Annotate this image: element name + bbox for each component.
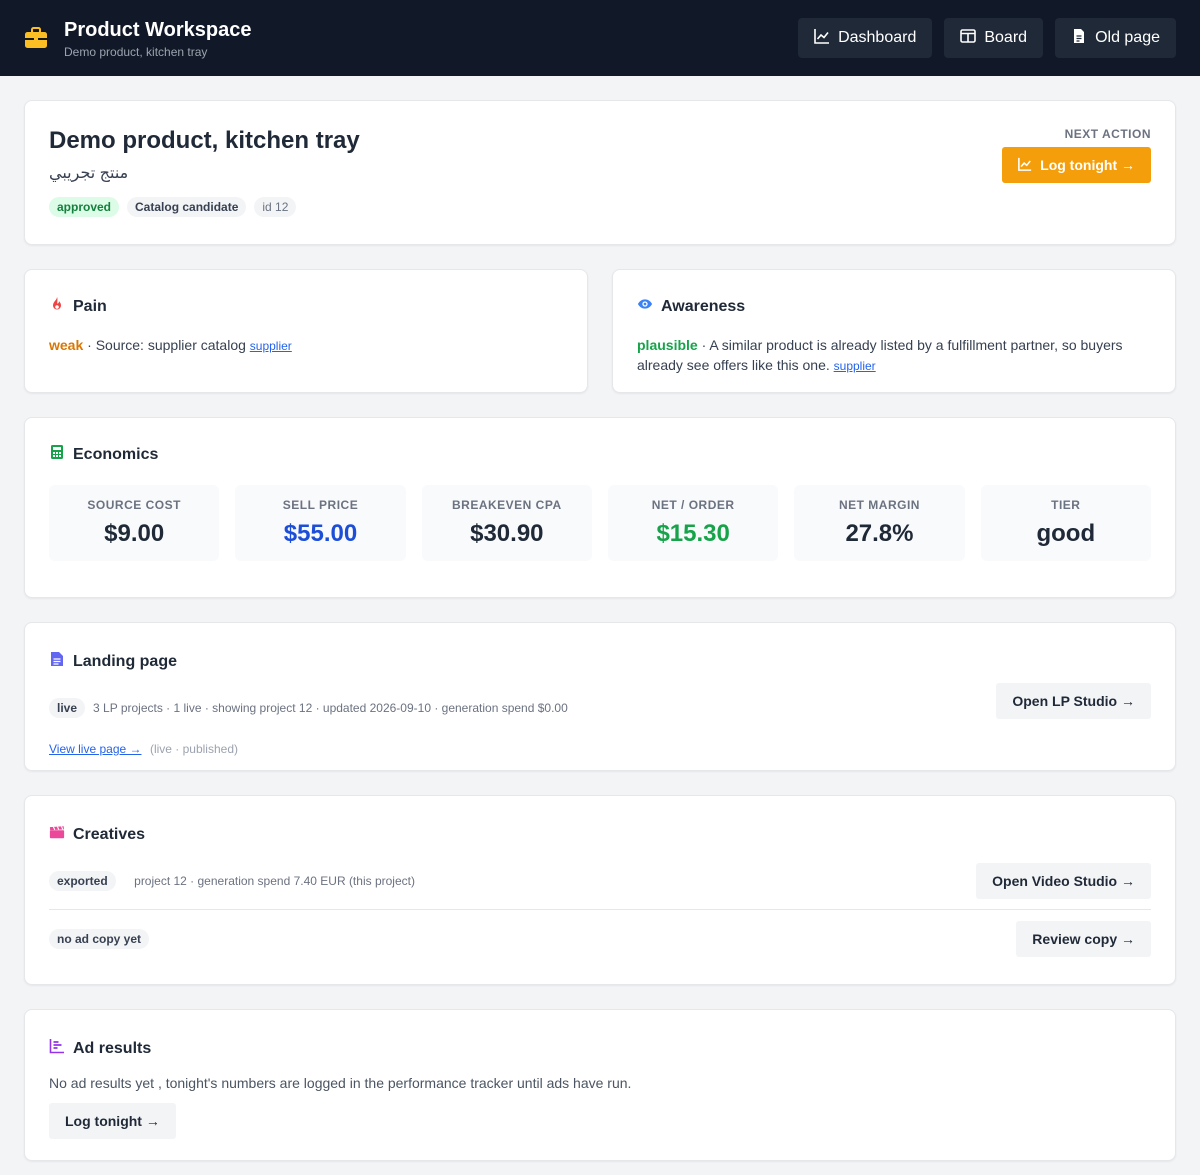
- landing-link-line: View live page → (live · published): [49, 740, 1151, 758]
- metric-label: BREAKEVEN CPA: [452, 498, 562, 512]
- dashboard-label: Dashboard: [838, 29, 917, 46]
- metric-net-margin: NET MARGIN 27.8%: [794, 485, 965, 561]
- open-lp-studio-button[interactable]: Open LP Studio →: [996, 683, 1151, 719]
- columns-icon: [960, 28, 977, 49]
- ad-results-title-text: Ad results: [73, 1039, 152, 1057]
- metric-value: $15.30: [656, 520, 730, 547]
- metric-label: SELL PRICE: [282, 498, 359, 512]
- awareness-title: Awareness: [637, 296, 1151, 317]
- file-icon: [1071, 28, 1087, 49]
- ad-results-log-tonight-button[interactable]: Log tonight →: [49, 1103, 176, 1139]
- pain-title: Pain: [49, 296, 563, 317]
- pain-description: · Source: supplier catalog: [83, 337, 250, 353]
- board-button[interactable]: Board: [944, 18, 1044, 58]
- metric-source-cost: SOURCE COST $9.00: [49, 485, 220, 561]
- metric-value: good: [1036, 520, 1096, 547]
- view-live-page-link[interactable]: View live page →: [49, 742, 142, 756]
- awareness-card: Awareness plausible · A similar product …: [612, 269, 1176, 393]
- chart-line-icon: [1018, 157, 1032, 174]
- creatives-status-badge: exported: [49, 871, 116, 891]
- log-tonight-label: Log tonight →: [1040, 157, 1135, 173]
- signals-row: Pain weak · Source: supplier catalog sup…: [24, 269, 1176, 393]
- economics-title: Economics: [49, 444, 1151, 465]
- ad-results-text: No ad results yet , tonight's numbers ar…: [49, 1075, 632, 1091]
- metric-label: NET / ORDER: [651, 498, 735, 512]
- top-nav: Dashboard Board Old page: [798, 18, 1176, 58]
- pain-card: Pain weak · Source: supplier catalog sup…: [24, 269, 588, 393]
- creatives-title: Creatives: [49, 824, 1151, 845]
- metric-value: 27.8%: [845, 520, 914, 547]
- next-action-label: NEXT ACTION: [1064, 127, 1151, 141]
- metric-tier: TIER good: [980, 485, 1151, 561]
- landing-title-text: Landing page: [73, 652, 177, 670]
- metric-label: TIER: [1051, 498, 1081, 512]
- metric-sell-price: SELL PRICE $55.00: [235, 485, 406, 561]
- next-action: NEXT ACTION Log tonight →: [1002, 127, 1151, 183]
- old-page-label: Old page: [1095, 29, 1160, 46]
- dashboard-button[interactable]: Dashboard: [798, 18, 933, 58]
- pain-title-text: Pain: [73, 297, 107, 315]
- awareness-level: plausible: [637, 337, 698, 353]
- app-subtitle: Demo product, kitchen tray: [64, 44, 208, 59]
- pain-level: weak: [49, 337, 84, 353]
- pain-supplier-link[interactable]: supplier: [250, 339, 292, 353]
- ad-copy-status-badge: no ad copy yet: [49, 928, 150, 949]
- landing-page-card: Landing page live 3 LP projects · 1 live…: [24, 622, 1176, 771]
- app-title: Product Workspace: [64, 18, 252, 41]
- economics-metrics: SOURCE COST $9.00 SELL PRICE $55.00 BREA…: [49, 485, 1151, 561]
- ad-results-title: Ad results: [49, 1038, 1151, 1059]
- landing-status-badge: live: [49, 698, 86, 718]
- landing-link-meta: (live · published): [149, 742, 238, 756]
- product-title-arabic: منتج تجريبي: [49, 165, 129, 182]
- metric-net-order: NET / ORDER $15.30: [607, 485, 779, 561]
- calculator-icon: [49, 444, 65, 465]
- metric-label: SOURCE COST: [87, 498, 181, 512]
- awareness-description: · A similar product is already listed by…: [637, 337, 1123, 373]
- landing-title: Landing page: [49, 651, 1151, 672]
- review-copy-button[interactable]: Review copy →: [1016, 920, 1151, 957]
- creatives-video-info: exported project 12 · generation spend 7…: [49, 871, 415, 891]
- main-content: Demo product, kitchen tray منتج تجريبي a…: [0, 76, 1200, 1161]
- creatives-card: Creatives exported project 12 · generati…: [24, 795, 1176, 985]
- product-badges: approved Catalog candidate id 12: [49, 197, 1151, 217]
- fire-icon: [49, 296, 65, 317]
- briefcase-icon: [24, 26, 48, 50]
- type-badge: Catalog candidate: [127, 197, 247, 217]
- economics-title-text: Economics: [73, 445, 159, 463]
- metric-label: NET MARGIN: [838, 498, 920, 512]
- board-label: Board: [984, 29, 1028, 46]
- awareness-supplier-link[interactable]: supplier: [834, 359, 876, 373]
- metric-value: $30.90: [470, 520, 544, 547]
- product-title: Demo product, kitchen tray: [49, 127, 360, 154]
- open-video-studio-button[interactable]: Open Video Studio →: [976, 863, 1151, 899]
- ad-results-card: Ad results No ad results yet , tonight's…: [24, 1009, 1176, 1161]
- creatives-title-text: Creatives: [73, 825, 146, 843]
- id-badge: id 12: [254, 197, 297, 217]
- top-bar: Product Workspace Demo product, kitchen …: [0, 0, 1200, 76]
- metric-value: $55.00: [283, 520, 358, 547]
- metric-value: $9.00: [104, 520, 165, 547]
- creatives-video-row: exported project 12 · generation spend 7…: [49, 859, 1151, 903]
- landing-meta: 3 LP projects · 1 live · showing project…: [93, 701, 568, 715]
- chart-line-icon: [814, 28, 830, 49]
- metric-breakeven-cpa: BREAKEVEN CPA $30.90: [421, 485, 592, 561]
- status-badge: approved: [49, 197, 120, 217]
- log-tonight-button[interactable]: Log tonight →: [1002, 147, 1151, 183]
- landing-status-line: live 3 LP projects · 1 live · showing pr…: [49, 698, 1151, 718]
- awareness-title-text: Awareness: [661, 297, 746, 315]
- creatives-meta: project 12 · generation spend 7.40 EUR (…: [134, 874, 415, 888]
- awareness-text: plausible · A similar product is already…: [637, 335, 1151, 376]
- bar-chart-icon: [49, 1038, 65, 1059]
- document-icon: [49, 651, 65, 672]
- clapperboard-icon: [49, 824, 65, 845]
- pain-text: weak · Source: supplier catalog supplier: [49, 335, 563, 356]
- economics-card: Economics SOURCE COST $9.00 SELL PRICE $…: [24, 417, 1176, 598]
- old-page-button[interactable]: Old page: [1055, 18, 1176, 58]
- brand: Product Workspace Demo product, kitchen …: [24, 18, 251, 59]
- creatives-copy-row: no ad copy yet Review copy →: [49, 909, 1151, 959]
- product-header-card: Demo product, kitchen tray منتج تجريبي a…: [24, 100, 1176, 245]
- eye-icon: [637, 296, 653, 317]
